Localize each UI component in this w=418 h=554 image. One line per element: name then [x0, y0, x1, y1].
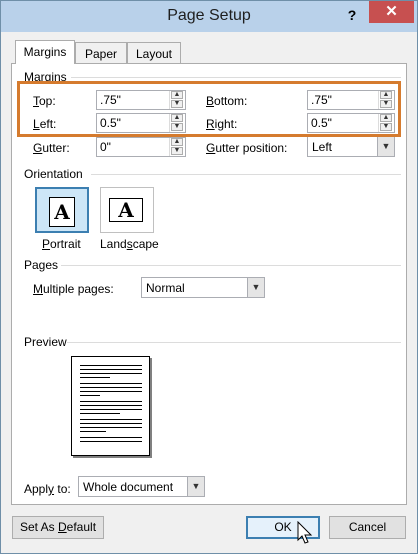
- portrait-label[interactable]: Portrait: [42, 237, 81, 251]
- gutter-position-value: Left: [312, 140, 333, 154]
- landscape-page-icon: A: [109, 198, 143, 222]
- preview-line: [80, 427, 142, 428]
- left-label: Left:: [33, 117, 57, 131]
- preview-line: [80, 373, 142, 374]
- preview-line: [80, 409, 142, 410]
- preview-line: [80, 431, 106, 432]
- preview-page: [71, 356, 150, 456]
- bottom-margin-spinner[interactable]: .75" ▲ ▼: [307, 90, 395, 110]
- bottom-label: Bottom:: [206, 94, 248, 108]
- orientation-separator: [91, 174, 401, 175]
- down-arrow-icon[interactable]: ▼: [380, 123, 392, 131]
- preview-line: [80, 441, 142, 442]
- orientation-section-label: Orientation: [24, 167, 83, 181]
- preview-line: [80, 413, 120, 414]
- multiple-pages-value: Normal: [146, 281, 185, 295]
- preview-line: [80, 365, 142, 366]
- preview-line: [80, 395, 100, 396]
- preview-line: [80, 387, 142, 388]
- preview-separator: [67, 342, 401, 343]
- preview-line: [80, 423, 142, 424]
- preview-line: [80, 391, 142, 392]
- right-margin-spinner[interactable]: 0.5" ▲ ▼: [307, 113, 395, 133]
- tab-paper[interactable]: Paper: [75, 42, 127, 64]
- right-margin-value[interactable]: 0.5": [311, 116, 332, 130]
- pages-separator: [61, 265, 401, 266]
- preview-line: [80, 401, 142, 402]
- close-button[interactable]: ✕: [369, 1, 414, 23]
- down-arrow-icon[interactable]: ▼: [380, 100, 392, 108]
- multiple-pages-label: Multiple pages:: [33, 282, 114, 296]
- gutter-position-select[interactable]: Left ▼: [307, 136, 395, 157]
- left-margin-spinner[interactable]: 0.5" ▲ ▼: [96, 113, 186, 133]
- preview-line: [80, 383, 142, 384]
- portrait-page-icon: A: [49, 197, 75, 227]
- down-arrow-icon[interactable]: ▼: [171, 123, 183, 131]
- up-arrow-icon[interactable]: ▲: [171, 114, 183, 122]
- down-arrow-icon[interactable]: ▼: [171, 147, 183, 155]
- gutter-value[interactable]: 0": [100, 140, 111, 154]
- preview-line: [80, 369, 142, 370]
- right-label: Right:: [206, 117, 238, 131]
- preview-section-label: Preview: [24, 335, 67, 349]
- top-label: Top:: [33, 94, 56, 108]
- help-button[interactable]: ?: [341, 4, 363, 26]
- apply-to-value: Whole document: [83, 480, 174, 494]
- set-as-default-button[interactable]: Set As Default: [12, 516, 104, 539]
- tab-layout[interactable]: Layout: [127, 42, 181, 64]
- up-arrow-icon[interactable]: ▲: [380, 91, 392, 99]
- pages-section-label: Pages: [24, 258, 59, 272]
- portrait-option[interactable]: A: [35, 187, 89, 233]
- up-arrow-icon[interactable]: ▲: [380, 114, 392, 122]
- gutter-spinner[interactable]: 0" ▲ ▼: [96, 137, 186, 157]
- gutter-label: Gutter:: [33, 141, 70, 155]
- bottom-margin-value[interactable]: .75": [311, 93, 332, 107]
- top-margin-spinner[interactable]: .75" ▲ ▼: [96, 90, 186, 110]
- down-arrow-icon[interactable]: ▼: [171, 100, 183, 108]
- apply-to-select[interactable]: Whole document ▼: [78, 476, 205, 497]
- landscape-option[interactable]: A: [100, 187, 154, 233]
- top-margin-value[interactable]: .75": [100, 93, 121, 107]
- up-arrow-icon[interactable]: ▲: [171, 138, 183, 146]
- cancel-button[interactable]: Cancel: [329, 516, 406, 539]
- chevron-down-icon[interactable]: ▼: [377, 137, 394, 156]
- margins-separator: [71, 77, 401, 78]
- up-arrow-icon[interactable]: ▲: [171, 91, 183, 99]
- apply-to-label: Apply to:: [24, 482, 71, 496]
- landscape-label[interactable]: Landscape: [100, 237, 159, 251]
- mouse-cursor-icon: [297, 521, 313, 544]
- multiple-pages-select[interactable]: Normal ▼: [141, 277, 265, 298]
- preview-line: [80, 405, 142, 406]
- tab-margins[interactable]: Margins: [15, 40, 75, 64]
- preview-line: [80, 377, 110, 378]
- page-setup-dialog: Page Setup ? ✕ Margins Paper Layout Marg…: [0, 0, 418, 554]
- chevron-down-icon[interactable]: ▼: [187, 477, 204, 496]
- margins-section-label: Margins: [24, 70, 67, 84]
- chevron-down-icon[interactable]: ▼: [247, 278, 264, 297]
- title-bar: Page Setup ? ✕: [1, 1, 417, 32]
- left-margin-value[interactable]: 0.5": [100, 116, 121, 130]
- preview-line: [80, 437, 142, 438]
- gutter-position-label: Gutter position:: [206, 141, 288, 155]
- preview-line: [80, 419, 142, 420]
